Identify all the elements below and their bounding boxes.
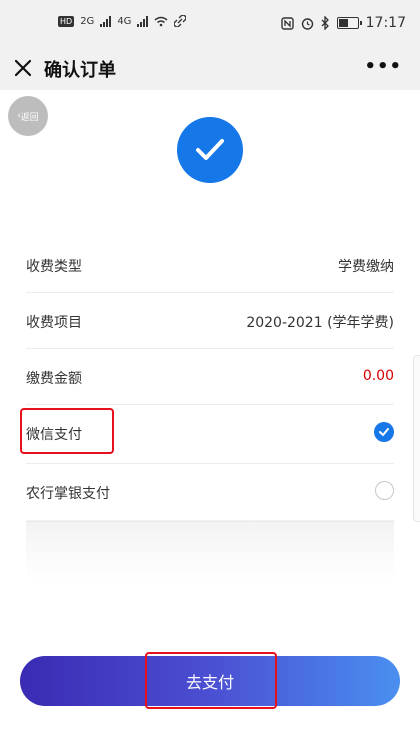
checkmark-icon	[196, 139, 224, 160]
payment-option-abc[interactable]: 农行掌银支付	[26, 464, 394, 522]
status-bar: HD 2G 4G 17:17	[0, 0, 420, 46]
fee-type-label: 收费类型	[26, 259, 82, 275]
radio-checked-icon[interactable]	[374, 422, 394, 442]
wifi-icon	[154, 16, 168, 26]
pay-highlight-box	[145, 652, 277, 709]
page-title: 确认订单	[44, 60, 116, 81]
more-menu-icon[interactable]: •••	[364, 56, 402, 77]
signal-icon-2	[137, 15, 149, 27]
clock: 17:17	[365, 15, 406, 31]
app-screen: HD 2G 4G 17:17 确认订单 ••• ‹ 返回 收费类型 学费缴纳 收…	[0, 0, 420, 733]
network-type-2: 4G	[117, 15, 132, 27]
fee-item-row: 收费项目 2020-2021 (学年学费)	[26, 293, 394, 349]
fee-type-value: 学费缴纳	[338, 259, 394, 275]
status-right: 17:17	[280, 15, 406, 31]
radio-unchecked-icon[interactable]	[375, 481, 394, 500]
back-button[interactable]: ‹ 返回	[8, 96, 48, 136]
order-detail-list: 收费类型 学费缴纳 收费项目 2020-2021 (学年学费) 缴费金额 0.0…	[26, 237, 394, 522]
fee-item-value: 2020-2021 (学年学费)	[246, 315, 394, 331]
hd-icon: HD	[58, 15, 75, 27]
status-left: HD 2G 4G	[58, 15, 187, 27]
amount-row: 缴费金额 0.00	[26, 349, 394, 405]
fee-type-row: 收费类型 学费缴纳	[26, 237, 394, 293]
abc-pay-label: 农行掌银支付	[26, 486, 110, 502]
alarm-icon	[301, 17, 313, 30]
wechat-highlight-box	[20, 408, 114, 454]
faded-content	[26, 520, 394, 580]
nav-bar: 确认订单 •••	[0, 46, 420, 90]
amount-label: 缴费金额	[26, 371, 82, 387]
scrollbar[interactable]	[413, 355, 420, 522]
back-label: 返回	[20, 112, 39, 123]
amount-value: 0.00	[362, 368, 394, 384]
nfc-icon	[280, 16, 294, 30]
fee-item-label: 收费项目	[26, 315, 82, 331]
success-check-icon	[177, 117, 243, 183]
signal-icon	[100, 15, 112, 27]
link-icon	[174, 15, 187, 27]
close-icon[interactable]	[12, 57, 34, 79]
bluetooth-icon	[321, 16, 329, 30]
battery-icon	[336, 17, 362, 29]
network-type-1: 2G	[80, 15, 95, 27]
